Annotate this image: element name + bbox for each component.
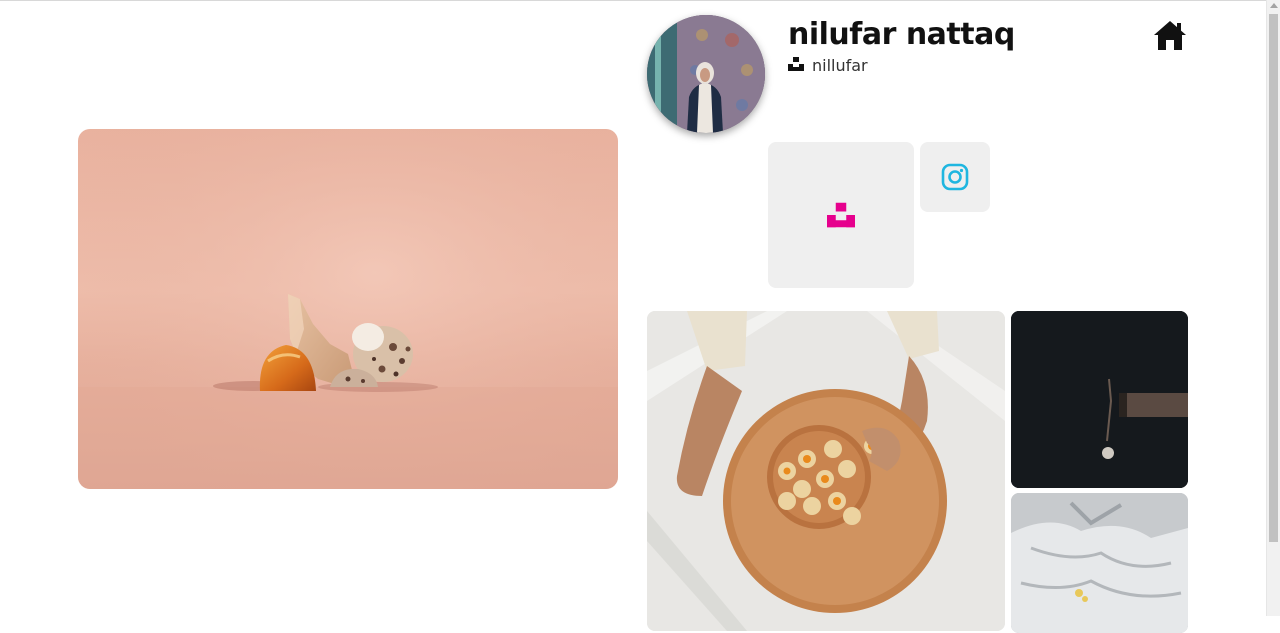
gallery-photo-2-image: [1011, 311, 1188, 488]
home-icon: [1154, 21, 1186, 50]
gallery-photo-1-image: [647, 311, 1005, 631]
gallery-photo-3[interactable]: [1011, 493, 1188, 633]
unsplash-link[interactable]: [768, 142, 914, 288]
avatar-image: [647, 15, 765, 133]
window-top-border: [0, 0, 1266, 1]
profile-avatar[interactable]: [647, 15, 765, 133]
username-row[interactable]: nillufar: [788, 55, 868, 75]
unsplash-icon: [827, 202, 855, 228]
home-button[interactable]: [1153, 19, 1187, 51]
profile-name: nilufar nattaq: [788, 17, 1015, 52]
scrollbar-thumb[interactable]: [1269, 14, 1278, 542]
gallery-photo-1[interactable]: [647, 311, 1005, 631]
instagram-icon: [941, 163, 969, 191]
page-scrollbar[interactable]: [1266, 0, 1280, 616]
instagram-link[interactable]: [920, 142, 990, 212]
featured-photo-image: [78, 129, 618, 489]
gallery-photo-3-image: [1011, 493, 1188, 633]
featured-photo[interactable]: [78, 129, 618, 489]
gallery-photo-2[interactable]: [1011, 311, 1188, 488]
profile-username: nillufar: [812, 55, 868, 75]
scroll-up-arrow-icon[interactable]: [1270, 3, 1278, 8]
unsplash-icon: [788, 56, 804, 75]
